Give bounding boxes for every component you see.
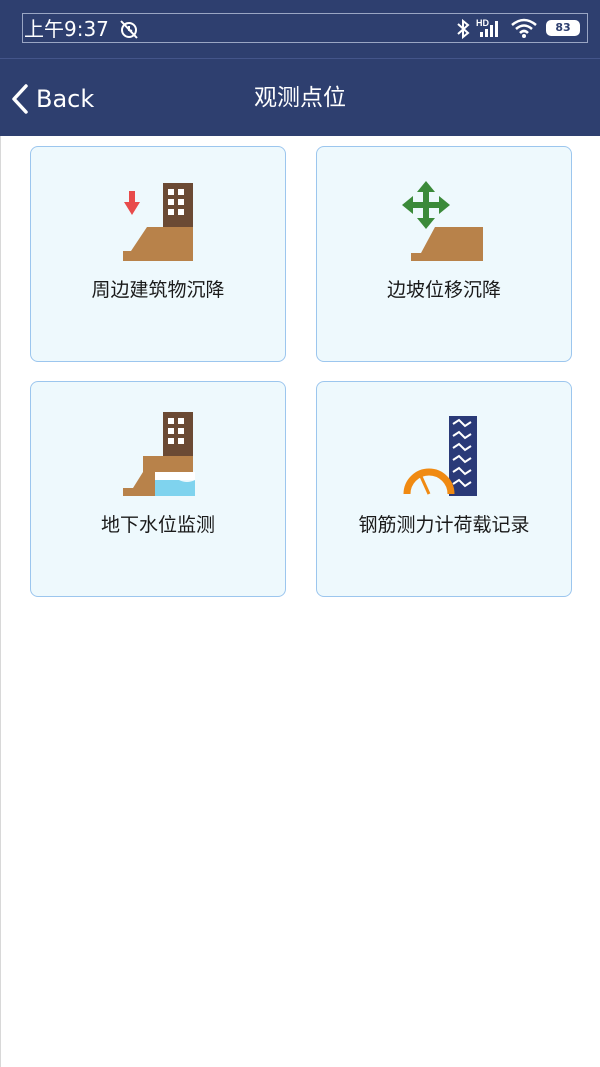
back-label: Back <box>36 85 95 113</box>
battery-icon: 83 <box>546 20 580 36</box>
card-label: 边坡位移沉降 <box>386 279 501 301</box>
content-area: 周边建筑物沉降 边坡位移沉降 地下水位监测 钢筋测力计荷载记录 <box>0 136 600 1067</box>
chevron-left-icon <box>12 84 28 114</box>
card-building-settlement[interactable]: 周边建筑物沉降 <box>30 146 286 362</box>
slope-displacement-icon <box>402 181 483 261</box>
hd-signal-icon: HD <box>476 18 498 37</box>
alarm-off-icon <box>120 20 138 39</box>
status-bar: 上午9:37 HD 83 <box>0 0 600 58</box>
building-settlement-icon <box>123 183 193 261</box>
card-label: 钢筋测力计荷载记录 <box>358 514 530 536</box>
bluetooth-icon <box>457 18 470 40</box>
groundwater-level-icon <box>123 412 195 496</box>
svg-text:HD: HD <box>476 18 489 28</box>
card-rebar-gauge[interactable]: 钢筋测力计荷载记录 <box>316 381 572 597</box>
card-label: 地下水位监测 <box>100 514 215 536</box>
card-slope-displacement[interactable]: 边坡位移沉降 <box>316 146 572 362</box>
rebar-gauge-icon <box>403 416 477 496</box>
battery-level: 83 <box>555 21 571 34</box>
back-button[interactable]: Back <box>10 79 94 119</box>
wifi-icon <box>511 18 537 38</box>
card-label: 周边建筑物沉降 <box>91 279 225 301</box>
status-time: 上午9:37 <box>24 17 109 41</box>
card-groundwater-level[interactable]: 地下水位监测 <box>30 381 286 597</box>
nav-bar: Back 观测点位 <box>0 58 600 136</box>
